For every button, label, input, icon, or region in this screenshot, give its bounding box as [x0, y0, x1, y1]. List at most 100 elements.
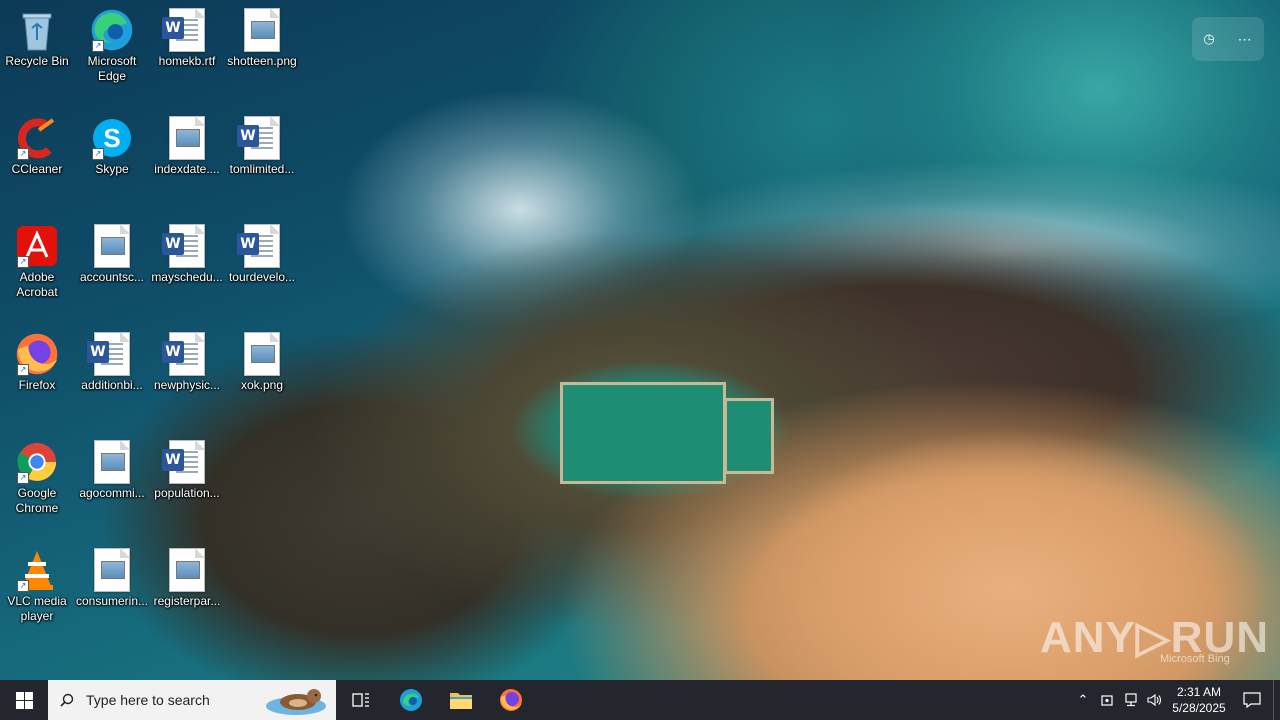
desktop-icon-tomlimited[interactable]: Wtomlimited... — [225, 108, 299, 177]
desktop-icon-skype[interactable]: S ↗ Skype — [75, 108, 149, 177]
show-desktop-button[interactable] — [1273, 680, 1280, 720]
shortcut-arrow-icon: ↗ — [17, 364, 29, 376]
desktop-icon-label: homekb.rtf — [158, 54, 216, 68]
desktop-icon-adobe-acrobat[interactable]: ↗ Adobe Acrobat — [0, 216, 74, 300]
desktop-icon-newphysic[interactable]: Wnewphysic... — [150, 324, 224, 393]
desktop-icon-label: Skype — [95, 162, 129, 176]
taskbar-clock[interactable]: 2:31 AM 5/28/2025 — [1167, 684, 1231, 716]
desktop-icon-label: shotteen.png — [227, 54, 297, 68]
desktop-icon-label: xok.png — [240, 378, 284, 392]
desktop-icon-population[interactable]: Wpopulation... — [150, 432, 224, 501]
clock-time: 2:31 AM — [1176, 685, 1222, 699]
desktop-icon-label: CCleaner — [11, 162, 63, 176]
taskbar: ⌃ 2:31 AM 5/28/2025 — [0, 680, 1280, 720]
image-file-icon — [90, 440, 134, 484]
desktop-icon-label: additionbi... — [81, 378, 143, 392]
desktop-icon-microsoft-edge[interactable]: ↗ Microsoft Edge — [75, 0, 149, 84]
search-icon — [60, 693, 74, 707]
desktop-icon-label: tomlimited... — [229, 162, 295, 176]
show-hidden-icons-button[interactable]: ⌃ — [1071, 680, 1095, 720]
widget-pill[interactable]: ◷ ⋯ — [1192, 17, 1264, 61]
volume-icon[interactable] — [1143, 680, 1167, 720]
desktop-icon-label: newphysic... — [153, 378, 221, 392]
taskbar-edge-button[interactable] — [386, 680, 436, 720]
chevron-up-icon: ⌃ — [1077, 692, 1089, 707]
start-button[interactable] — [0, 680, 48, 720]
image-file-icon — [165, 116, 209, 160]
desktop-icon-label: registerpar... — [153, 594, 221, 608]
desktop-icon-xok-png[interactable]: xok.png — [225, 324, 299, 393]
system-tray: ⌃ 2:31 AM 5/28/2025 — [1071, 680, 1280, 720]
shortcut-arrow-icon: ↗ — [17, 148, 29, 160]
more-options-icon[interactable]: ⋯ — [1238, 31, 1253, 48]
wallpaper-rock-pool-small — [724, 398, 774, 474]
word-doc-icon: W — [162, 440, 209, 484]
vlc-icon: ↗ — [15, 548, 59, 592]
word-doc-icon: W — [237, 116, 284, 160]
desktop-icon-agocommi[interactable]: agocommi... — [75, 432, 149, 501]
word-doc-icon: W — [87, 332, 134, 376]
taskbar-file-explorer-button[interactable] — [436, 680, 486, 720]
desktop-icon-homekb-rtf[interactable]: Whomekb.rtf — [150, 0, 224, 69]
desktop-icon-firefox[interactable]: ↗ Firefox — [0, 324, 74, 393]
taskbar-firefox-button[interactable] — [486, 680, 536, 720]
desktop-icon-label: tourdevelo... — [228, 270, 296, 284]
windows-logo-icon — [15, 691, 33, 709]
task-view-button[interactable] — [336, 680, 386, 720]
desktop-icon-recycle-bin[interactable]: Recycle Bin — [0, 0, 74, 69]
bing-watermark: Microsoft Bing — [1160, 653, 1230, 665]
clock-date: 5/28/2025 — [1172, 701, 1226, 715]
desktop-icon-google-chrome[interactable]: ↗ Google Chrome — [0, 432, 74, 516]
desktop-icon-tourdevelo[interactable]: Wtourdevelo... — [225, 216, 299, 285]
file-explorer-icon — [450, 693, 472, 709]
shortcut-arrow-icon: ↗ — [17, 256, 29, 268]
svg-text:S: S — [103, 123, 120, 153]
desktop-icon-label: Microsoft Edge — [87, 54, 137, 83]
desktop-icon-label: population... — [154, 486, 220, 500]
image-file-icon — [90, 224, 134, 268]
shortcut-arrow-icon: ↗ — [17, 580, 29, 592]
tray-security-icon[interactable] — [1095, 680, 1119, 720]
image-file-icon — [240, 332, 284, 376]
search-input[interactable] — [84, 691, 258, 709]
word-doc-icon: W — [162, 332, 209, 376]
taskbar-search-box[interactable] — [48, 680, 336, 720]
notification-icon — [1243, 692, 1261, 708]
shortcut-arrow-icon: ↗ — [92, 40, 104, 52]
anyrun-watermark: ANY▷RUN — [1040, 613, 1270, 662]
desktop-icon-indexdate[interactable]: indexdate.... — [150, 108, 224, 177]
skype-icon: S ↗ — [90, 116, 134, 160]
desktop-icon-label: agocommi... — [79, 486, 145, 500]
clock-widget-icon: ◷ — [1203, 31, 1215, 46]
desktop-icon-label: consumerin... — [75, 594, 149, 608]
word-doc-icon: W — [162, 8, 209, 52]
desktop-icon-ccleaner[interactable]: ↗ CCleaner — [0, 108, 74, 177]
network-icon[interactable] — [1119, 680, 1143, 720]
edge-icon — [400, 689, 422, 711]
image-file-icon — [90, 548, 134, 592]
desktop-icon-label: VLC media player — [7, 594, 67, 623]
image-file-icon — [165, 548, 209, 592]
firefox-icon: ↗ — [15, 332, 59, 376]
desktop-icon-registerpar[interactable]: registerpar... — [150, 540, 224, 609]
chrome-icon: ↗ — [15, 440, 59, 484]
firefox-icon — [500, 689, 522, 711]
ccleaner-icon: ↗ — [15, 116, 59, 160]
task-view-icon — [352, 693, 369, 707]
action-center-button[interactable] — [1231, 680, 1273, 720]
desktop-icon-additionbi[interactable]: Wadditionbi... — [75, 324, 149, 393]
shortcut-arrow-icon: ↗ — [17, 472, 29, 484]
desktop-icon-label: Google Chrome — [15, 486, 59, 515]
edge-icon: ↗ — [90, 8, 134, 52]
desktop-icon-shotteen-png[interactable]: shotteen.png — [225, 0, 299, 69]
desktop-icon-label: Firefox — [18, 378, 56, 392]
word-doc-icon: W — [237, 224, 284, 268]
desktop-icon-consumerin[interactable]: consumerin... — [75, 540, 149, 609]
acrobat-icon: ↗ — [15, 224, 59, 268]
desktop-icon-vlc-media-player[interactable]: ↗ VLC media player — [0, 540, 74, 624]
search-highlight-otter-icon — [266, 689, 326, 715]
desktop-icon-mayschedu[interactable]: Wmayschedu... — [150, 216, 224, 285]
desktop-icon-label: Recycle Bin — [5, 54, 69, 68]
desktop-icon-label: indexdate.... — [154, 162, 220, 176]
desktop-icon-accountsc[interactable]: accountsc... — [75, 216, 149, 285]
